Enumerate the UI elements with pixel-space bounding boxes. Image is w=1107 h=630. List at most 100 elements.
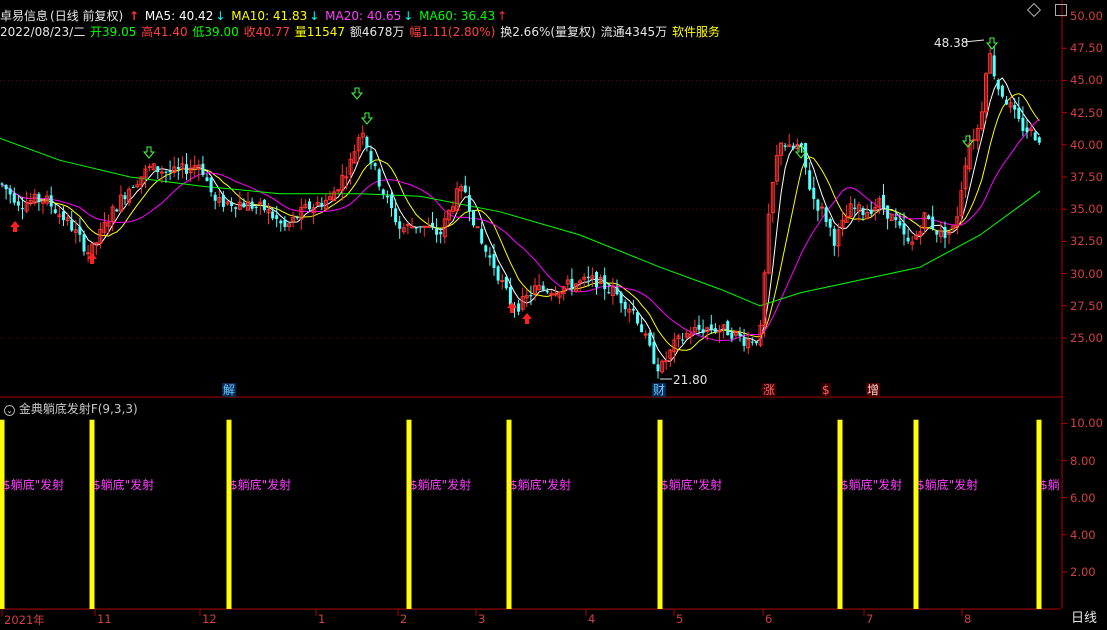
event-tag-earnings[interactable]: 财	[652, 383, 667, 397]
candle-body	[463, 185, 467, 193]
candle-body	[927, 215, 931, 220]
ma10-label: MA10: 41.83	[231, 9, 308, 23]
candle-body	[242, 202, 246, 208]
candle-body	[529, 295, 533, 297]
buy-arrow-icon	[10, 221, 20, 232]
candle-body	[1033, 132, 1037, 141]
quote-low: 低39.00	[192, 25, 239, 39]
indicator-axis-label: 4.00	[1070, 527, 1096, 542]
candle-body	[545, 290, 549, 293]
candle-body	[1017, 108, 1021, 119]
candle-body	[234, 207, 238, 209]
signal-bar	[913, 419, 919, 609]
candle-body	[861, 208, 865, 216]
diamond-icon[interactable]	[1027, 2, 1042, 18]
candle-body	[828, 219, 832, 228]
candle-body	[254, 206, 258, 208]
window-controls	[1027, 2, 1067, 18]
indicator-axis-label: 10.00	[1070, 416, 1103, 431]
indicator-signal-bars	[0, 419, 1042, 609]
candle-body	[475, 226, 480, 229]
signal-label: $躺	[1040, 478, 1060, 492]
candle-body	[603, 275, 607, 290]
quote-info-bar: 2022/08/23/二 开39.05 高41.40 低39.00 收40.77…	[0, 24, 721, 40]
candle-body	[70, 219, 74, 231]
event-tag-increase[interactable]: 增	[866, 383, 881, 397]
signal-bar	[1036, 419, 1042, 609]
candle-body	[595, 272, 598, 288]
candle-body	[209, 177, 213, 193]
candle-body	[656, 364, 660, 372]
ma5-label: MA5: 40.42	[144, 9, 214, 23]
signal-bar	[0, 419, 5, 609]
quote-float: 流通4345万	[600, 25, 668, 39]
candle-body	[1021, 117, 1025, 131]
quote-amount: 额4678万	[349, 25, 405, 39]
candle-body	[996, 79, 1000, 90]
time-axis-label: 7	[866, 612, 874, 626]
kline-chart[interactable]	[0, 0, 1107, 630]
candle-body	[283, 219, 287, 228]
candle-body	[992, 55, 996, 77]
candle-body	[816, 199, 820, 211]
period-button[interactable]: 日线	[1061, 608, 1107, 630]
indicator-axis-label: 8.00	[1070, 453, 1096, 468]
candle-body	[467, 195, 471, 212]
candle-body	[8, 188, 12, 195]
candle-body	[898, 221, 902, 226]
candles	[0, 45, 1041, 379]
indicator-name: 金典躺底发射F	[18, 402, 98, 416]
candle-body	[488, 255, 492, 258]
candle-body	[570, 278, 574, 290]
chart-frame	[0, 0, 1063, 630]
price-axis-label: 50.00	[1070, 9, 1103, 23]
ma10-line	[1, 93, 1040, 351]
candle-body	[394, 208, 398, 223]
ma60-up-icon: ↑	[497, 9, 508, 23]
candle-body	[365, 136, 369, 148]
candle-body	[652, 341, 656, 364]
candle-body	[78, 226, 82, 235]
candle-body	[648, 332, 652, 346]
sell-arrow-icon	[350, 87, 364, 100]
indicator-toggle-icon[interactable]: ⌄	[4, 405, 15, 416]
event-tag-dividend[interactable]: $	[821, 383, 831, 397]
candle-body	[480, 228, 484, 244]
time-axis-label: 1	[318, 612, 326, 626]
candle-body	[631, 308, 635, 311]
candle-body	[156, 166, 160, 173]
ma20-line	[1, 118, 1040, 342]
candle-body	[439, 231, 443, 235]
candle-body	[115, 209, 119, 212]
candle-body	[640, 324, 644, 333]
candle-body	[1037, 137, 1041, 143]
candle-body	[410, 226, 414, 229]
candle-body	[49, 195, 53, 207]
candle-body	[619, 292, 623, 304]
candle-body	[697, 324, 701, 330]
candle-body	[308, 201, 311, 210]
restore-icon[interactable]	[1055, 4, 1067, 16]
candle-body	[935, 230, 939, 235]
event-tag-limit-up[interactable]: 涨	[762, 383, 777, 397]
signal-bar	[837, 419, 843, 609]
candle-body	[824, 207, 828, 222]
candle-body	[0, 183, 4, 185]
candle-body	[713, 328, 717, 332]
candle-body	[894, 217, 898, 220]
candle-body	[320, 202, 324, 207]
time-axis-label: 8	[964, 612, 972, 626]
candle-body	[517, 303, 521, 312]
ma60-label: MA60: 36.43	[419, 9, 496, 23]
industry-link[interactable]: 软件服务	[672, 25, 720, 39]
candle-body	[943, 227, 947, 238]
event-tag-unlock[interactable]: 解	[222, 383, 237, 397]
candle-body	[295, 216, 299, 219]
indicator-title[interactable]: ⌄ 金典躺底发射F(9,3,3)	[4, 400, 138, 417]
stock-name[interactable]: 卓易信息	[0, 9, 48, 23]
low-price-marker: 21.80	[673, 373, 708, 387]
candle-body	[147, 166, 152, 169]
ma20-down-icon: ↓	[403, 9, 414, 23]
candle-body	[623, 301, 627, 310]
candle-body	[201, 163, 205, 176]
